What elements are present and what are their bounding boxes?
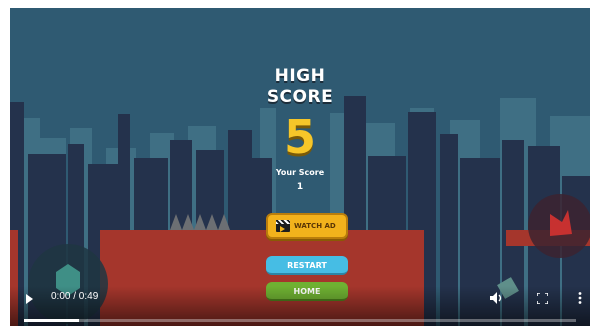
title-line-1: HIGH [274, 66, 326, 86]
watch-ad-label: WATCH AD [294, 222, 336, 230]
title-line-2: SCORE [266, 87, 334, 107]
game-scene [10, 96, 590, 326]
progress-fill [24, 319, 80, 322]
watch-ad-button[interactable]: WATCH AD [266, 213, 348, 239]
your-score-label: Your Score [275, 168, 325, 177]
fullscreen-icon[interactable] [537, 293, 548, 304]
high-score-title: HIGH SCORE [10, 66, 590, 108]
progress-bar[interactable] [24, 319, 576, 322]
restart-button[interactable]: RESTART [266, 256, 348, 275]
clapperboard-icon [276, 220, 290, 232]
game-frame[interactable]: HIGH SCORE 5 Your Score 1 WATCH AD RESTA… [10, 8, 590, 326]
high-score-value: 5 [283, 110, 316, 164]
volume-icon[interactable] [490, 292, 504, 304]
more-options-icon[interactable] [578, 292, 582, 304]
your-score-value: 1 [296, 182, 304, 192]
play-icon[interactable] [26, 294, 33, 304]
time-display: 0:00 / 0:49 [51, 291, 99, 302]
